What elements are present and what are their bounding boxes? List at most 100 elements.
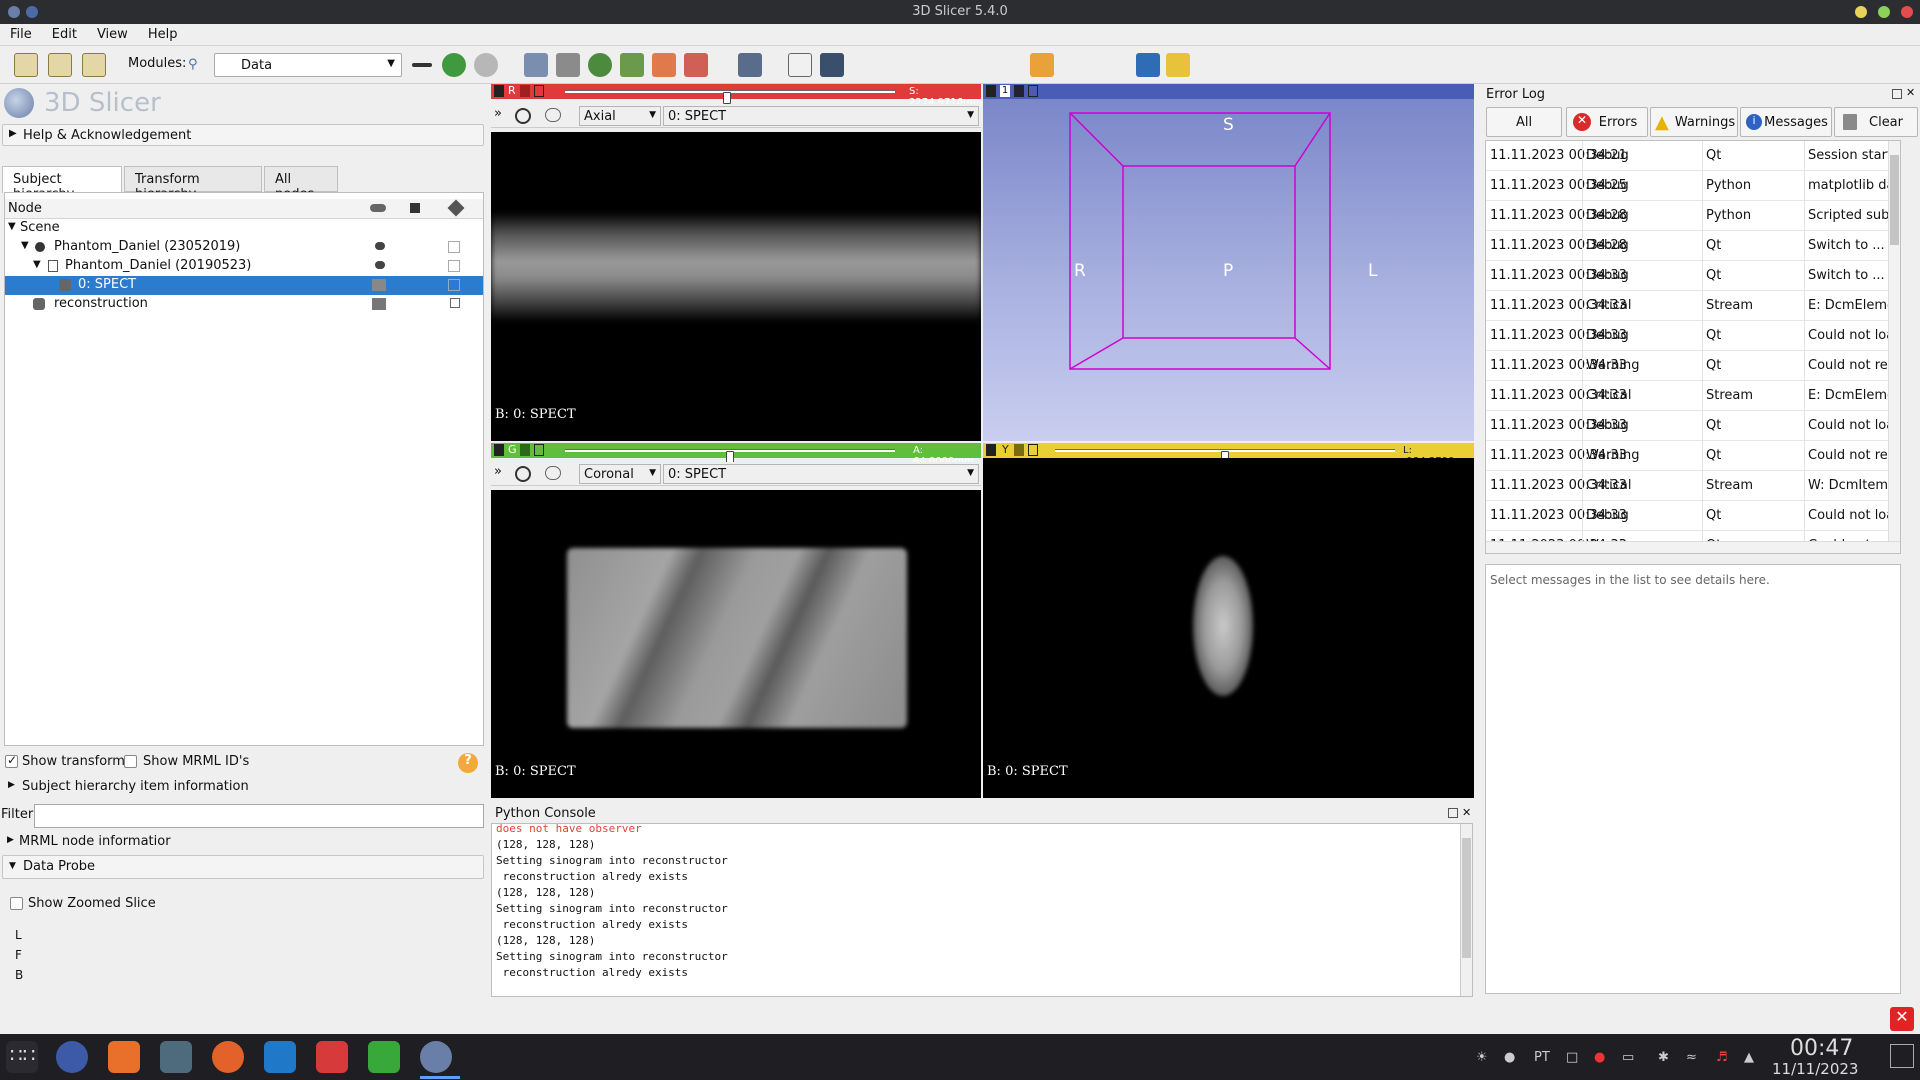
log-row[interactable]: 11.11.2023 00:34:21DebugQtSession start … <box>1486 141 1900 171</box>
notifications-icon[interactable]: ☀ <box>1476 1050 1488 1065</box>
keyboard-layout[interactable]: PT <box>1534 1050 1550 1065</box>
log-row[interactable]: 11.11.2023 00:34:28 Debug Qt Switch to ... <box>1486 231 1900 261</box>
green-volume-select[interactable]: 0: SPECT ▼ <box>663 464 979 484</box>
segment-icon[interactable] <box>620 53 644 77</box>
link-views-icon[interactable] <box>515 466 531 482</box>
pin-icon[interactable] <box>494 444 504 456</box>
yellow-slice-slider[interactable] <box>1055 449 1395 463</box>
scrollbar-thumb[interactable] <box>1890 155 1899 245</box>
log-row[interactable]: 11.11.2023 00:34:33WarningQtCould not re… <box>1486 441 1900 471</box>
help-section[interactable]: ▶ Help & Acknowledgement <box>2 124 484 146</box>
transform-column-icon[interactable] <box>447 199 465 217</box>
scrollbar-thumb[interactable] <box>1462 838 1471 958</box>
settings-icon[interactable] <box>56 1041 88 1073</box>
red-volume-select[interactable]: 0: SPECT ▼ <box>663 106 979 126</box>
expand-icon[interactable]: ▼ <box>8 221 16 232</box>
eye-icon[interactable] <box>372 279 386 291</box>
log-detail-area[interactable]: Select messages in the list to see detai… <box>1485 564 1901 994</box>
red-slice-view[interactable]: B: 0: SPECT <box>491 132 981 441</box>
volume-icon[interactable] <box>556 53 580 77</box>
slider-handle[interactable] <box>722 92 731 104</box>
model-icon[interactable] <box>588 53 612 77</box>
tray-expand-icon[interactable]: ▲ <box>1744 1050 1754 1065</box>
threed-view[interactable]: S R P L <box>983 99 1474 441</box>
expand-controls-icon[interactable]: » <box>494 464 502 479</box>
pointer-icon[interactable] <box>788 53 812 77</box>
bluetooth-icon[interactable]: ✱ <box>1658 1050 1669 1065</box>
clock-date[interactable]: 11/11/2023 <box>1772 1060 1858 1078</box>
wifi-icon[interactable]: ≈ <box>1686 1050 1697 1065</box>
transform-icon[interactable] <box>448 241 460 253</box>
maximize-view-icon[interactable] <box>1028 444 1038 456</box>
log-row[interactable]: 11.11.2023 00:34:33WarningQtCould not re… <box>1486 351 1900 381</box>
python-console[interactable]: does not have observer (128, 128, 128) S… <box>491 822 1473 997</box>
terminal-icon[interactable] <box>316 1041 348 1073</box>
filter-warnings-button[interactable]: ▲ Warnings <box>1650 107 1738 137</box>
log-row[interactable]: 11.11.2023 00:34:33 Critical Stream W: DcmI… <box>1486 471 1900 501</box>
color-column-icon[interactable] <box>410 203 420 213</box>
data-icon[interactable] <box>14 53 38 77</box>
tree-row-patient[interactable]: ▼ Phantom_Daniel (23052019) <box>5 238 483 257</box>
close-window-button[interactable] <box>1901 6 1913 18</box>
visibility-column-icon[interactable] <box>370 204 386 212</box>
menu-help[interactable]: Help <box>138 24 188 42</box>
log-row[interactable]: 11.11.2023 00:34:33 Critical Stream E: DcmE… <box>1486 381 1900 411</box>
layout-icon[interactable] <box>524 53 548 77</box>
clipboard-icon[interactable]: □ <box>1566 1050 1578 1065</box>
center-view-icon[interactable] <box>1014 85 1024 97</box>
data-probe-section[interactable]: ▼ Data Probe <box>2 855 484 879</box>
transform-icon[interactable] <box>684 53 708 77</box>
log-row[interactable]: 11.11.2023 00:34:33DebugQtCould not load… <box>1486 501 1900 531</box>
tab-subject-hierarchy[interactable]: Subject hierarchy <box>2 166 122 202</box>
expand-controls-icon[interactable]: » <box>494 106 502 121</box>
tree-row-spect[interactable]: 0: SPECT <box>5 276 483 295</box>
store-icon[interactable] <box>108 1041 140 1073</box>
eye-icon[interactable] <box>545 466 561 480</box>
search-icon[interactable]: ⚲ <box>188 57 198 72</box>
files-icon[interactable] <box>160 1041 192 1073</box>
vscode-icon[interactable] <box>264 1041 296 1073</box>
capture-icon[interactable] <box>738 53 762 77</box>
help-icon[interactable]: ? <box>458 753 478 773</box>
error-log-table[interactable]: 11.11.2023 00:34:21DebugQtSession start … <box>1485 140 1901 554</box>
accessibility-icon[interactable]: ● <box>1504 1050 1515 1065</box>
forward-icon[interactable] <box>474 53 498 77</box>
location-icon[interactable]: ● <box>1594 1050 1605 1065</box>
firefox-icon[interactable] <box>212 1041 244 1073</box>
filter-messages-button[interactable]: i Messages <box>1740 107 1832 137</box>
maximize-view-icon[interactable] <box>534 85 544 97</box>
green-slice-view[interactable]: B: 0: SPECT <box>491 490 981 798</box>
maximize-view-icon[interactable] <box>534 444 544 456</box>
link-views-icon[interactable] <box>515 108 531 124</box>
tree-row-reconstruction[interactable]: reconstruction <box>5 295 483 314</box>
log-row[interactable]: 11.11.2023 00:34:33 Debug Qt Switch to ... <box>1486 261 1900 291</box>
menu-edit[interactable]: Edit <box>42 24 87 42</box>
clear-button[interactable]: Clear <box>1834 107 1918 137</box>
eye-icon[interactable] <box>545 108 561 122</box>
filter-errors-button[interactable]: ✕ Errors <box>1566 107 1648 137</box>
log-row[interactable]: 11.11.2023 00:34:33 Critical Stream E: DcmE… <box>1486 291 1900 321</box>
transform-icon[interactable] <box>448 279 460 291</box>
pin-icon[interactable] <box>494 85 504 97</box>
tab-all-nodes[interactable]: All nodes <box>264 166 338 202</box>
expand-icon[interactable]: ▼ <box>21 240 29 251</box>
minimize-button[interactable] <box>1855 6 1867 18</box>
sh-info-section[interactable]: ▶ Subject hierarchy item information <box>2 776 484 798</box>
app-launcher-icon[interactable]: ∷∷ <box>6 1041 38 1073</box>
log-row[interactable]: 11.11.2023 00:34:33DebugQtCould not load… <box>1486 411 1900 441</box>
red-orientation-select[interactable]: Axial ▼ <box>579 106 661 126</box>
back-icon[interactable] <box>442 53 466 77</box>
clock-time[interactable]: 00:47 <box>1790 1036 1853 1061</box>
maximize-view-icon[interactable] <box>1028 85 1038 97</box>
module-selector[interactable]: Data ▼ <box>214 53 402 77</box>
volume-muted-icon[interactable]: ♬ <box>1716 1050 1728 1065</box>
dropdown-icon[interactable] <box>412 63 432 67</box>
tab-transform-hierarchy[interactable]: Transform hierarchy <box>124 166 262 202</box>
link-icon[interactable] <box>1014 444 1024 456</box>
filter-input[interactable] <box>34 804 484 828</box>
eye-icon[interactable] <box>375 242 385 250</box>
show-zoomed-checkbox[interactable] <box>10 897 23 910</box>
log-row[interactable]: 11.11.2023 00:34:28 Debug Python Scripted s… <box>1486 201 1900 231</box>
log-row[interactable]: 11.11.2023 00:34:33DebugQtCould not load… <box>1486 321 1900 351</box>
link-icon[interactable] <box>520 444 530 456</box>
